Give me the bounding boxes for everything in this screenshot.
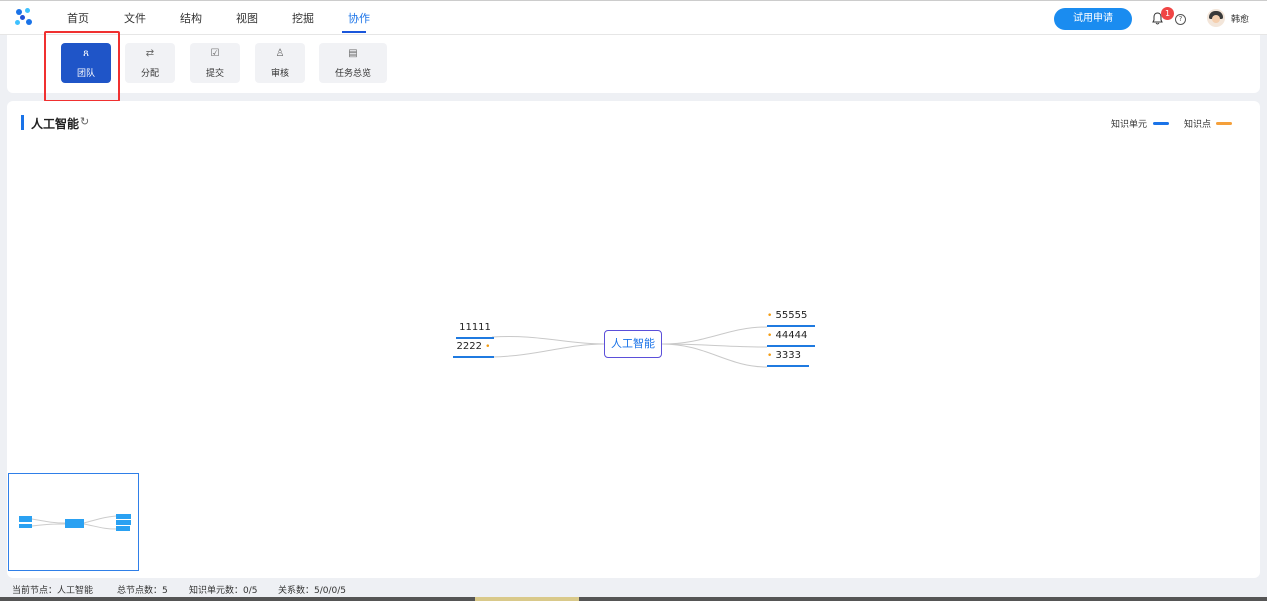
center-node[interactable]: 人工智能	[604, 330, 662, 358]
collaboration-toolbar: ጸ 团队 ⇄ 分配 ☑ 提交 ♙ 审核 ▤ 任务总览	[7, 35, 1260, 93]
app-logo-icon[interactable]	[14, 8, 34, 28]
tool-label: 分配	[140, 69, 159, 79]
nav-item-mining[interactable]: 挖掘	[292, 10, 314, 26]
status-current-node: 当前节点：人工智能	[12, 586, 94, 596]
mindmap-node-left-1[interactable]: 11111	[456, 319, 494, 339]
knowledge-point-dot-icon: •	[767, 351, 773, 361]
mindmap-canvas[interactable]: 人工智能 ↻ 知识单元 知识点 人工智能 11111 2222 • • 5555…	[7, 101, 1260, 578]
knowledge-point-dot-icon: •	[767, 311, 773, 321]
task-overview-icon: ▤	[348, 48, 358, 59]
top-navigation-bar: 首页 文件 结构 视图 挖掘 协作 试用申请 1 ? 韩愈	[0, 0, 1267, 35]
nav-item-structure[interactable]: 结构	[180, 10, 202, 26]
help-icon[interactable]: ?	[1175, 14, 1186, 25]
node-label: 2222	[456, 341, 482, 352]
node-label: 55555	[775, 310, 808, 321]
trial-apply-button[interactable]: 试用申请	[1054, 8, 1132, 30]
user-name[interactable]: 韩愈	[1231, 12, 1249, 25]
mindmap-node-left-2[interactable]: 2222 •	[453, 338, 494, 358]
status-relations: 关系数：5/0/0/5	[278, 586, 347, 596]
mindmap-node-right-3[interactable]: • 3333	[767, 347, 809, 367]
nav-item-view[interactable]: 视图	[236, 10, 258, 26]
mindmap-node-right-2[interactable]: • 44444	[767, 327, 815, 347]
review-icon: ♙	[275, 48, 285, 59]
knowledge-point-dot-icon: •	[767, 331, 773, 341]
annotation-highlight-box	[44, 31, 120, 102]
node-label: 3333	[775, 350, 801, 361]
active-nav-underline	[342, 31, 366, 33]
submit-check-icon: ☑	[210, 48, 220, 59]
tool-label: 提交	[205, 69, 224, 79]
review-tool-button[interactable]: ♙ 审核	[255, 43, 305, 83]
task-overview-tool-button[interactable]: ▤ 任务总览	[319, 43, 387, 83]
node-label: 44444	[775, 330, 808, 341]
minimap-connectors	[31, 515, 117, 530]
user-avatar[interactable]	[1207, 9, 1225, 27]
knowledge-point-dot-icon: •	[485, 342, 491, 352]
tool-label: 审核	[270, 69, 289, 79]
taskbar-strip	[0, 597, 1267, 601]
tool-label: 任务总览	[334, 69, 371, 79]
mindmap-node-right-1[interactable]: • 55555	[767, 307, 815, 327]
nav-item-home[interactable]: 首页	[67, 10, 89, 26]
status-knowledge-units: 知识单元数：0/5	[189, 586, 258, 596]
notification-count-badge: 1	[1161, 7, 1174, 20]
nav-item-file[interactable]: 文件	[124, 10, 146, 26]
minimap[interactable]	[8, 473, 139, 571]
submit-tool-button[interactable]: ☑ 提交	[190, 43, 240, 83]
assign-tool-button[interactable]: ⇄ 分配	[125, 43, 175, 83]
assign-icon: ⇄	[145, 48, 155, 59]
status-total-nodes: 总节点数：5	[117, 586, 168, 596]
node-label: 11111	[459, 322, 491, 333]
nav-item-collaboration[interactable]: 协作	[348, 10, 370, 26]
